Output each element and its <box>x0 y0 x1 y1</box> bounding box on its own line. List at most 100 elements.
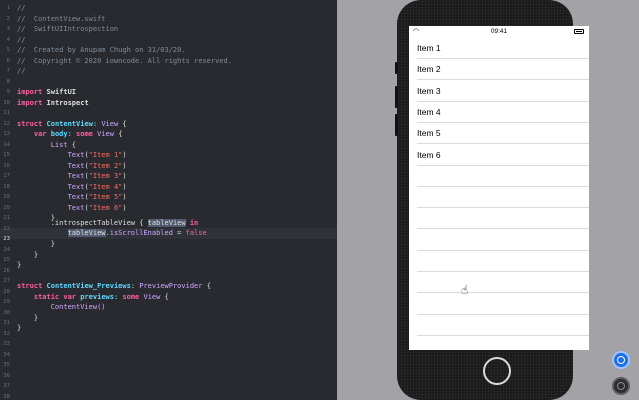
code-line-20: Text("Item 6") <box>67 203 127 212</box>
code-line-13: var body: some View { <box>33 130 123 138</box>
line-number: 5 <box>6 47 10 53</box>
line-number: 7 <box>6 68 10 74</box>
code-line-31: } <box>33 313 39 322</box>
line-number: 22 <box>3 225 10 232</box>
list-item-label: Item 6 <box>417 149 441 160</box>
line-number: 15 <box>3 152 10 158</box>
line-number: 10 <box>3 99 10 106</box>
code-line-2: // ContentView.swift <box>17 14 106 23</box>
code-line-26: } <box>17 261 22 269</box>
line-number: 11 <box>3 110 10 116</box>
code-line-22: .introspectTableView { tableView in <box>50 219 199 227</box>
code-line-28: struct ContentView_Previews: PreviewProv… <box>17 282 211 290</box>
code-line-4: // <box>17 35 26 44</box>
line-number: 35 <box>3 362 10 368</box>
line-number: 12 <box>3 120 10 127</box>
code-line-17: Text("Item 3") <box>67 172 127 180</box>
line-number: 33 <box>3 341 10 347</box>
line-number: 18 <box>3 183 10 190</box>
line-number: 4 <box>6 36 10 43</box>
empty-list-row <box>417 294 589 315</box>
list-item-label: Item 1 <box>417 43 441 53</box>
device-screen: ◠ 09:41 Item 1 Item 2 Item 3 Item 4 Item 5 It… <box>409 26 589 350</box>
line-number: 2 <box>6 15 10 22</box>
empty-list-row <box>417 251 589 272</box>
line-number: 21 <box>3 215 10 221</box>
hand-cursor-icon: ☝ <box>461 283 469 297</box>
empty-list-row <box>417 208 589 230</box>
list-item[interactable]: Item 3 <box>417 81 589 102</box>
list-item[interactable]: Item 5 <box>417 123 589 145</box>
line-number: 30 <box>3 309 10 316</box>
line-number-gutter: 1 2 3 4 5 6 7 8 9 10 11 12 13 14 15 16 17 18 19 20 21 22 23 24 2… <box>0 0 12 400</box>
list-item-label: Item 4 <box>417 106 441 117</box>
line-number: 34 <box>3 351 10 358</box>
status-time: 09:41 <box>490 28 508 35</box>
line-number: 17 <box>3 173 10 179</box>
line-number: 6 <box>6 57 10 64</box>
code-line-15: Text("Item 1") <box>67 151 127 159</box>
line-number: 27 <box>3 278 10 284</box>
line-number: 13 <box>3 131 10 137</box>
line-number: 8 <box>6 78 10 85</box>
empty-list-row <box>417 187 589 209</box>
code-line-30: ContentView() <box>50 303 106 311</box>
list-item[interactable]: Item 2 <box>417 59 589 81</box>
list-item[interactable]: Item 1 <box>417 38 589 59</box>
line-number: 1 <box>6 5 10 11</box>
code-line-7: // <box>17 67 26 75</box>
list-item-label: Item 5 <box>417 128 441 139</box>
empty-list-row <box>417 166 589 187</box>
line-number: 28 <box>3 288 10 295</box>
line-number: 25 <box>3 257 10 263</box>
live-preview-button[interactable] <box>612 351 630 369</box>
line-number: 24 <box>3 246 10 253</box>
list-item-label: Item 2 <box>417 64 441 75</box>
line-number: 14 <box>3 141 10 148</box>
line-number: 32 <box>3 330 10 337</box>
code-line-5: // Created by Anupam Chugh on 31/03/20. <box>17 46 186 54</box>
mute-switch <box>395 62 398 74</box>
volume-up-button <box>395 86 398 108</box>
code-line-1: // <box>17 4 26 12</box>
empty-list-row <box>417 315 589 336</box>
list-item-label: Item 3 <box>417 85 441 96</box>
line-number: 19 <box>3 194 10 200</box>
line-number: 36 <box>3 372 10 379</box>
code-line-23: tableView.isScrollEnabled = false <box>67 229 207 237</box>
code-line-32: } <box>17 324 22 332</box>
code-line-19: Text("Item 5") <box>67 193 127 201</box>
list-item[interactable]: Item 4 <box>417 102 589 123</box>
line-number: 29 <box>3 299 10 305</box>
code-line-25: } <box>33 250 39 259</box>
line-number: 9 <box>6 89 10 95</box>
volume-down-button <box>395 114 398 136</box>
empty-list-row <box>417 230 589 251</box>
code-line-18: Text("Item 4") <box>67 182 127 191</box>
line-number: 20 <box>3 204 10 211</box>
code-line-24: } <box>50 240 55 248</box>
line-number: 23 <box>3 236 10 242</box>
line-number: 16 <box>3 162 10 169</box>
battery-icon <box>574 29 584 34</box>
line-number: 3 <box>6 26 10 32</box>
preview-canvas: ◠ 09:41 Item 1 Item 2 Item 3 Item 4 Item 5 It… <box>337 0 639 400</box>
home-button[interactable] <box>483 357 511 385</box>
code-line-10: import Introspect <box>17 98 89 107</box>
line-number: 37 <box>3 383 10 389</box>
code-line-9: import SwiftUI <box>17 88 77 96</box>
line-number: 31 <box>3 320 10 326</box>
code-line-12: struct ContentView: View { <box>17 119 127 128</box>
empty-list-row <box>417 272 589 294</box>
preview-button[interactable] <box>612 377 630 395</box>
code-line-3: // SwiftUIIntrospection <box>17 25 119 33</box>
code-line-6: // Copyright © 2020 iowncode. All rights… <box>17 56 232 65</box>
line-number: 38 <box>3 393 10 400</box>
status-bar: ◠ 09:41 <box>409 26 589 38</box>
line-number: 26 <box>3 267 10 274</box>
code-line-14: List { <box>50 140 77 149</box>
code-editor[interactable]: 1 2 3 4 5 6 7 8 9 10 11 12 13 14 15 16 17 18 19 20 21 22 23 24 2… <box>0 0 337 400</box>
code-line-16: Text("Item 2") <box>67 161 127 170</box>
list-item[interactable]: Item 6 <box>417 145 589 166</box>
code-line-29: static var previews: some View { <box>33 292 169 301</box>
